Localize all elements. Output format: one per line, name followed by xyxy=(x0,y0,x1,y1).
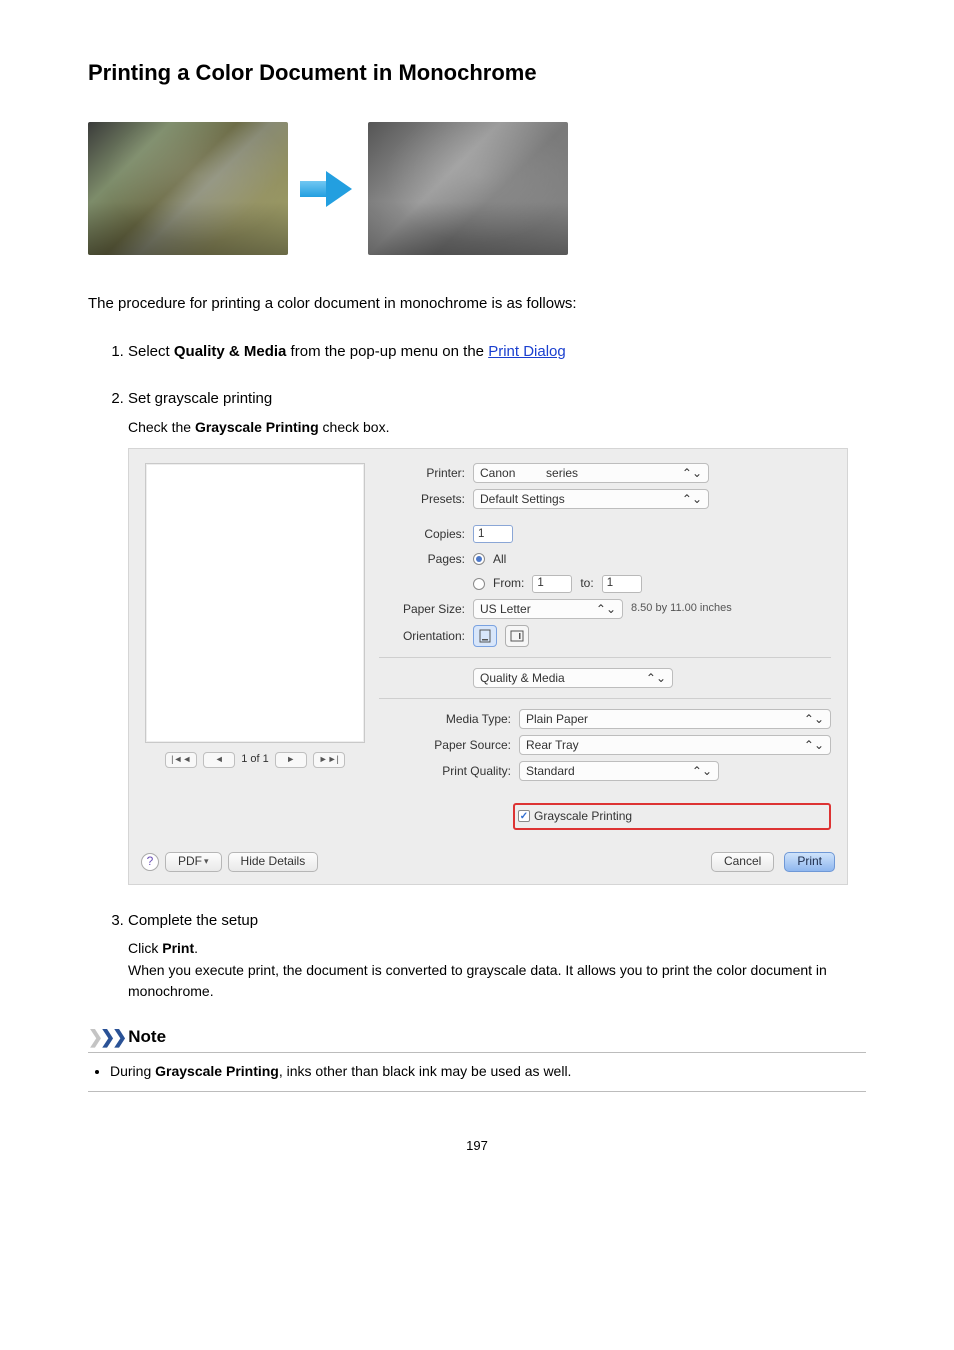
copies-input[interactable]: 1 xyxy=(473,525,513,543)
note-block: ❯❯❯ Note During Grayscale Printing, inks… xyxy=(88,1027,866,1092)
quality-media-label: Quality & Media xyxy=(174,343,287,360)
panel-select[interactable]: Quality & Media ⌃⌄ xyxy=(473,668,673,688)
step-3-title: Complete the setup xyxy=(128,912,258,929)
step-3-paragraph: When you execute print, the document is … xyxy=(128,960,866,1003)
dropdown-icon: ⌃⌄ xyxy=(804,710,824,729)
orientation-landscape-button[interactable] xyxy=(505,625,529,647)
step-2-title: Set grayscale printing xyxy=(128,390,272,407)
paper-size-select[interactable]: US Letter ⌃⌄ xyxy=(473,599,623,619)
paper-source-label: Paper Source: xyxy=(425,736,511,755)
text-fragment: During xyxy=(110,1063,155,1079)
step-2: Set grayscale printing Check the Graysca… xyxy=(128,387,866,884)
illustration-grayscale-photo xyxy=(368,122,568,255)
paper-size-value: US Letter xyxy=(480,600,531,619)
pages-to-input[interactable]: 1 xyxy=(602,575,642,593)
dropdown-icon: ⌃⌄ xyxy=(804,736,824,755)
intro-text: The procedure for printing a color docum… xyxy=(88,295,866,312)
nav-next-button[interactable]: ► xyxy=(275,752,307,768)
copies-label: Copies: xyxy=(379,525,465,544)
step-1-text: Select Quality & Media from the pop-up m… xyxy=(128,343,566,360)
text-fragment: from the pop-up menu on the xyxy=(286,343,488,360)
media-type-select[interactable]: Plain Paper ⌃⌄ xyxy=(519,709,831,729)
printer-label: Printer: xyxy=(379,464,465,483)
step-2-body: Check the Grayscale Printing check box. xyxy=(128,419,389,435)
paper-size-info: 8.50 by 11.00 inches xyxy=(631,600,732,617)
print-dialog-link[interactable]: Print Dialog xyxy=(488,343,566,360)
nav-last-button[interactable]: ►►| xyxy=(313,752,345,768)
text-fragment: . xyxy=(194,940,198,956)
nav-prev-button[interactable]: ◄ xyxy=(203,752,235,768)
orientation-label: Orientation: xyxy=(379,627,465,646)
pdf-menu-button[interactable]: PDF xyxy=(165,852,222,872)
portrait-icon xyxy=(479,629,491,643)
note-heading: Note xyxy=(128,1027,166,1047)
printer-select[interactable]: Canon series ⌃⌄ xyxy=(473,463,709,483)
dropdown-icon: ⌃⌄ xyxy=(682,490,702,509)
dropdown-icon: ⌃⌄ xyxy=(596,600,616,619)
pages-to-label: to: xyxy=(580,574,593,593)
nav-page-counter: 1 of 1 xyxy=(241,751,269,768)
pages-all-radio[interactable] xyxy=(473,553,485,565)
step-3: Complete the setup Click Print. When you… xyxy=(128,909,866,1003)
print-quality-value: Standard xyxy=(526,762,575,781)
text-fragment: Check the xyxy=(128,419,195,435)
text-fragment: , inks other than black ink may be used … xyxy=(279,1063,572,1079)
note-chevrons-icon: ❯❯❯ xyxy=(88,1027,124,1048)
paper-source-value: Rear Tray xyxy=(526,736,579,755)
dropdown-icon: ⌃⌄ xyxy=(692,762,712,781)
page-title: Printing a Color Document in Monochrome xyxy=(88,60,866,86)
pages-range-radio[interactable] xyxy=(473,578,485,590)
panel-value: Quality & Media xyxy=(480,669,565,688)
orientation-portrait-button[interactable] xyxy=(473,625,497,647)
arrow-icon xyxy=(300,161,356,217)
page-number: 197 xyxy=(88,1138,866,1153)
presets-label: Presets: xyxy=(379,490,465,509)
dropdown-icon: ⌃⌄ xyxy=(646,669,666,688)
presets-select[interactable]: Default Settings ⌃⌄ xyxy=(473,489,709,509)
illustration-color-photo xyxy=(88,122,288,255)
media-type-value: Plain Paper xyxy=(526,710,588,729)
print-quality-label: Print Quality: xyxy=(425,762,511,781)
grayscale-printing-highlight: ✓ Grayscale Printing xyxy=(513,803,831,830)
printer-value: Canon series xyxy=(480,464,578,483)
grayscale-printing-checkbox[interactable]: ✓ xyxy=(518,810,530,822)
preview-pane xyxy=(145,463,365,743)
text-fragment: Select xyxy=(128,343,174,360)
text-fragment: check box. xyxy=(319,419,390,435)
print-label: Print xyxy=(162,940,194,956)
illustration-row xyxy=(88,122,866,255)
pages-from-label: From: xyxy=(493,574,524,593)
nav-first-button[interactable]: |◄◄ xyxy=(165,752,197,768)
grayscale-printing-checkbox-label: Grayscale Printing xyxy=(534,807,632,826)
paper-source-select[interactable]: Rear Tray ⌃⌄ xyxy=(519,735,831,755)
grayscale-printing-label: Grayscale Printing xyxy=(195,419,319,435)
presets-value: Default Settings xyxy=(480,490,565,509)
print-quality-select[interactable]: Standard ⌃⌄ xyxy=(519,761,719,781)
note-item: During Grayscale Printing, inks other th… xyxy=(110,1061,864,1083)
cancel-button[interactable]: Cancel xyxy=(711,852,774,872)
pages-label: Pages: xyxy=(379,550,465,569)
media-type-label: Media Type: xyxy=(425,710,511,729)
hide-details-button[interactable]: Hide Details xyxy=(228,852,319,872)
pages-from-input[interactable]: 1 xyxy=(532,575,572,593)
step-1: Select Quality & Media from the pop-up m… xyxy=(128,340,866,363)
print-dialog-screenshot: |◄◄ ◄ 1 of 1 ► ►►| Printer: Canon series… xyxy=(128,448,848,884)
landscape-icon xyxy=(510,630,524,642)
text-fragment: Click xyxy=(128,940,162,956)
pages-all-label: All xyxy=(493,550,506,569)
dropdown-icon: ⌃⌄ xyxy=(682,464,702,483)
print-button[interactable]: Print xyxy=(784,852,835,872)
paper-size-label: Paper Size: xyxy=(379,600,465,619)
help-button[interactable]: ? xyxy=(141,853,159,871)
grayscale-printing-label: Grayscale Printing xyxy=(155,1063,279,1079)
